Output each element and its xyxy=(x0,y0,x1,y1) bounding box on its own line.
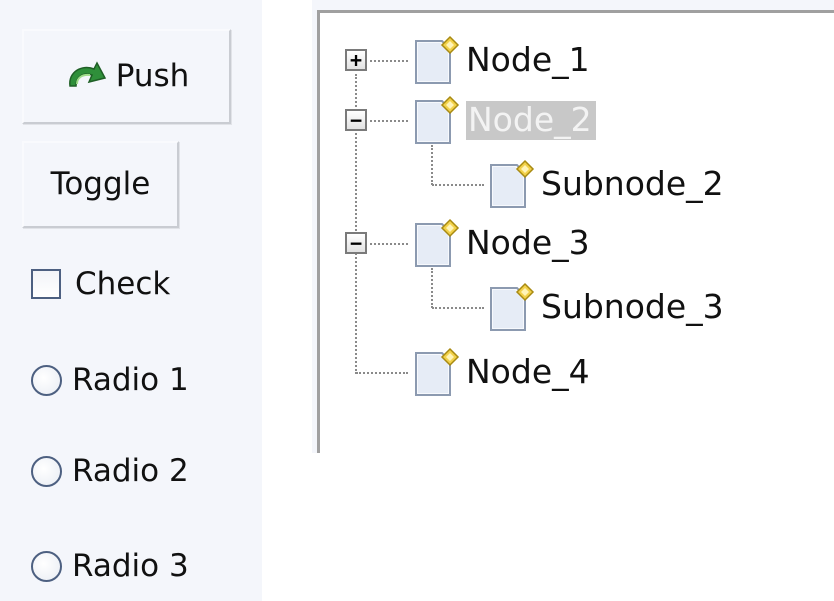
tree-node-label: Subnode_3 xyxy=(541,286,724,326)
collapse-icon[interactable]: − xyxy=(345,232,367,254)
toggle-button-label: Toggle xyxy=(50,166,151,202)
tree-connector-line xyxy=(356,372,408,374)
radio-1[interactable]: Radio 1 xyxy=(31,362,189,398)
tree-connector-line xyxy=(370,60,408,62)
radio-button-circle[interactable] xyxy=(31,455,62,487)
toggle-button[interactable]: Toggle xyxy=(22,141,179,228)
document-icon xyxy=(415,218,460,267)
document-icon xyxy=(490,282,535,331)
check-checkbox[interactable]: Check xyxy=(31,266,170,302)
checkbox-label: Check xyxy=(75,266,171,302)
tree-node-1[interactable]: Node_1 xyxy=(412,35,594,85)
document-icon xyxy=(415,35,460,84)
tree-subnode-3[interactable]: Subnode_3 xyxy=(487,282,728,332)
green-arrow-icon xyxy=(68,60,106,87)
radio-2[interactable]: Radio 2 xyxy=(31,453,189,489)
panel-background xyxy=(312,0,834,10)
push-button[interactable]: Push xyxy=(22,29,231,124)
controls-panel: Push Toggle Check Radio 1 Radio 2 Radio … xyxy=(0,0,262,601)
radio-label: Radio 3 xyxy=(72,548,189,584)
radio-3[interactable]: Radio 3 xyxy=(31,548,189,584)
tree-node-label: Node_4 xyxy=(466,351,590,391)
tree-node-3[interactable]: Node_3 xyxy=(412,218,594,268)
radio-button-circle[interactable] xyxy=(31,364,62,396)
tree-connector-line xyxy=(431,268,433,308)
tree-connector-line xyxy=(432,307,484,309)
tree-node-2[interactable]: Node_2 xyxy=(412,95,596,145)
document-icon xyxy=(490,159,535,208)
tree-node-label: Node_3 xyxy=(466,222,590,262)
radio-label: Radio 1 xyxy=(72,362,189,398)
document-icon xyxy=(415,95,460,144)
tree-node-label: Subnode_2 xyxy=(541,163,724,203)
checkbox-box[interactable] xyxy=(31,269,61,299)
document-icon xyxy=(415,347,460,396)
tree-connector-line xyxy=(370,120,408,122)
tree-connector-line xyxy=(432,184,484,186)
tree-connector-line xyxy=(431,145,433,185)
collapse-icon[interactable]: − xyxy=(345,109,367,131)
tree-connector-line xyxy=(370,243,408,245)
radio-label: Radio 2 xyxy=(72,453,189,489)
tree-node-label-selected: Node_2 xyxy=(466,100,596,140)
tree-node-4[interactable]: Node_4 xyxy=(412,347,594,397)
expand-icon[interactable]: + xyxy=(345,49,367,71)
push-button-label: Push xyxy=(115,58,190,94)
radio-button-circle[interactable] xyxy=(31,550,62,582)
tree-subnode-2[interactable]: Subnode_2 xyxy=(487,159,728,209)
tree-view[interactable]: + − − Node_1 Node_2 Subnode_2 Node_3 Sub… xyxy=(312,0,834,601)
tree-node-label: Node_1 xyxy=(466,39,590,79)
